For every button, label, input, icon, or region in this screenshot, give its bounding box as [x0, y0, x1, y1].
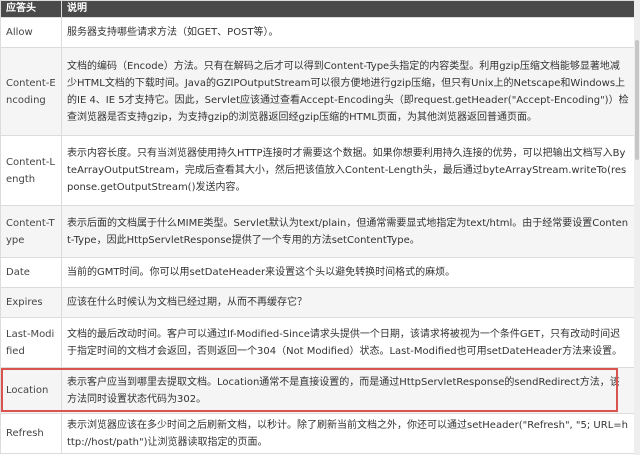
table-row: Content-Type 表示后面的文档属于什么MIME类型。Servlet默认… — [0, 205, 635, 258]
scrollbar-thumb[interactable] — [635, 40, 639, 160]
header-name: Last-Modified — [0, 317, 62, 368]
page: 应答头 说明 Allow 服务器支持哪些请求方法（如GET、POST等）。 Co… — [0, 0, 640, 455]
header-description: 服务器支持哪些请求方法（如GET、POST等）。 — [61, 17, 635, 48]
header-name: Date — [0, 257, 62, 288]
header-name: Refresh — [0, 413, 62, 454]
header-description: 文档的最后改动时间。客户可以通过If-Modified-Since请求头提供一个… — [61, 317, 635, 368]
header-description: 应该在什么时候认为文档已经过期，从而不再缓存它？ — [61, 287, 635, 318]
table-row: Expires 应该在什么时候认为文档已经过期，从而不再缓存它？ — [0, 287, 635, 318]
table-row: Content-Length 表示内容长度。只有当浏览器使用持久HTTP连接时才… — [0, 135, 635, 206]
header-name: Content-Encoding — [0, 47, 62, 136]
header-description: 表示客户应当到哪里去提取文档。Location通常不是直接设置的，而是通过Htt… — [61, 367, 635, 414]
header-name: Content-Type — [0, 205, 62, 258]
table-row: Location 表示客户应当到哪里去提取文档。Location通常不是直接设置… — [0, 367, 635, 414]
scrollbar[interactable] — [634, 0, 640, 455]
response-header-table: 应答头 说明 Allow 服务器支持哪些请求方法（如GET、POST等）。 Co… — [0, 0, 635, 454]
header-description: 当前的GMT时间。你可以用setDateHeader来设置这个头以避免转换时间格… — [61, 257, 635, 288]
table-row: Allow 服务器支持哪些请求方法（如GET、POST等）。 — [0, 17, 635, 48]
header-name: Content-Length — [0, 135, 62, 206]
table-row: Refresh 表示浏览器应该在多少时间之后刷新文档，以秒计。除了刷新当前文档之… — [0, 413, 635, 454]
header-description: 表示浏览器应该在多少时间之后刷新文档，以秒计。除了刷新当前文档之外，你还可以通过… — [61, 413, 635, 454]
table-row: Content-Encoding 文档的编码（Encode）方法。只有在解码之后… — [0, 47, 635, 136]
table-row: Last-Modified 文档的最后改动时间。客户可以通过If-Modifie… — [0, 317, 635, 368]
header-name: Expires — [0, 287, 62, 318]
header-description: 表示内容长度。只有当浏览器使用持久HTTP连接时才需要这个数据。如果你想要利用持… — [61, 135, 635, 206]
table-header-row: 应答头 说明 — [0, 0, 635, 18]
column-header-description: 说明 — [61, 0, 635, 18]
column-header-name: 应答头 — [0, 0, 62, 18]
header-name: Location — [0, 367, 62, 414]
table-row: Date 当前的GMT时间。你可以用setDateHeader来设置这个头以避免… — [0, 257, 635, 288]
header-name: Allow — [0, 17, 62, 48]
header-description: 表示后面的文档属于什么MIME类型。Servlet默认为text/plain，但… — [61, 205, 635, 258]
header-description: 文档的编码（Encode）方法。只有在解码之后才可以得到Content-Type… — [61, 47, 635, 136]
